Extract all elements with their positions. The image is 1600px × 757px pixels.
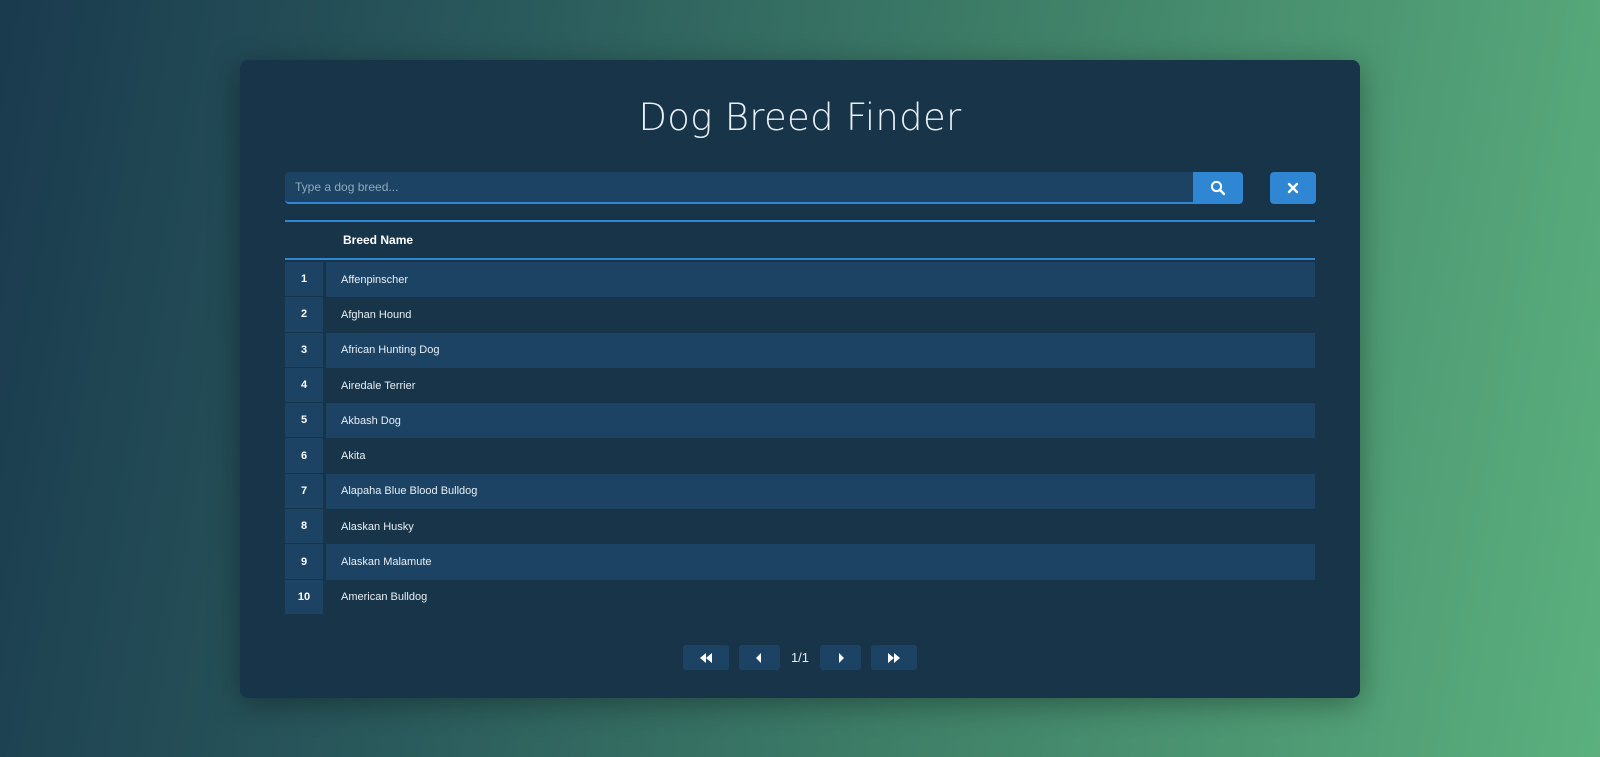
table-row[interactable]: 7 Alapaha Blue Blood Bulldog (285, 473, 1315, 510)
breed-name-cell: Afghan Hound (326, 297, 1315, 333)
breed-name-cell: African Hunting Dog (326, 332, 1315, 368)
breed-name-cell: Alapaha Blue Blood Bulldog (326, 473, 1315, 510)
table-header: Breed Name (285, 220, 1315, 260)
prev-page-button[interactable] (738, 645, 780, 670)
table-row[interactable]: 10 American Bulldog (285, 579, 1315, 615)
chevron-right-icon (838, 652, 844, 663)
table-row[interactable]: 3 African Hunting Dog (285, 332, 1315, 368)
page-title: Dog Breed Finder (638, 96, 962, 139)
breed-name-cell: Alaskan Husky (326, 509, 1315, 545)
first-page-button[interactable] (682, 645, 729, 670)
table-row[interactable]: 9 Alaskan Malamute (285, 544, 1315, 580)
clear-button[interactable] (1270, 172, 1316, 204)
search-bar (285, 172, 1316, 204)
double-chevron-right-icon (888, 652, 901, 663)
breed-name-cell: Airedale Terrier (326, 367, 1315, 404)
last-page-button[interactable] (871, 645, 918, 670)
breed-name-cell: Alaskan Malamute (326, 544, 1315, 580)
chevron-left-icon (756, 652, 762, 663)
row-number: 3 (285, 332, 323, 368)
row-number: 4 (285, 367, 323, 404)
search-input[interactable] (285, 172, 1193, 204)
breed-name-cell: Akita (326, 438, 1315, 474)
row-number: 7 (285, 473, 323, 510)
search-icon (1210, 180, 1226, 196)
row-number: 8 (285, 509, 323, 545)
search-button[interactable] (1193, 172, 1243, 204)
next-page-button[interactable] (820, 645, 862, 670)
row-number: 1 (285, 262, 323, 298)
row-number: 10 (285, 579, 323, 615)
column-header-breed-name: Breed Name (343, 233, 414, 247)
table-row[interactable]: 1 Affenpinscher (285, 262, 1315, 298)
pagination: 1/1 (240, 645, 1360, 670)
table-body: 1 Affenpinscher 2 Afghan Hound 3 African Hunt… (285, 262, 1315, 615)
close-icon (1287, 182, 1299, 194)
breed-name-cell: American Bulldog (326, 579, 1315, 615)
table-row[interactable]: 4 Airedale Terrier (285, 367, 1315, 404)
breed-table: Breed Name 1 Affenpinscher 2 Afghan Hound 3 A… (285, 220, 1315, 615)
breed-finder-card: Dog Breed Finder Breed Name 1Affenpinsch… (240, 60, 1360, 698)
row-number: 6 (285, 438, 323, 474)
table-row[interactable]: 8 Alaskan Husky (285, 509, 1315, 545)
breed-name-cell: Affenpinscher (326, 262, 1315, 298)
row-number: 9 (285, 544, 323, 580)
table-row[interactable]: 2 Afghan Hound (285, 297, 1315, 333)
page-indicator: 1/1 (790, 650, 810, 665)
table-row[interactable]: 5 Akbash Dog (285, 403, 1315, 439)
breed-name-cell: Akbash Dog (326, 403, 1315, 439)
double-chevron-left-icon (699, 652, 712, 663)
row-number: 2 (285, 297, 323, 333)
row-number: 5 (285, 403, 323, 439)
table-row[interactable]: 6 Akita (285, 438, 1315, 474)
